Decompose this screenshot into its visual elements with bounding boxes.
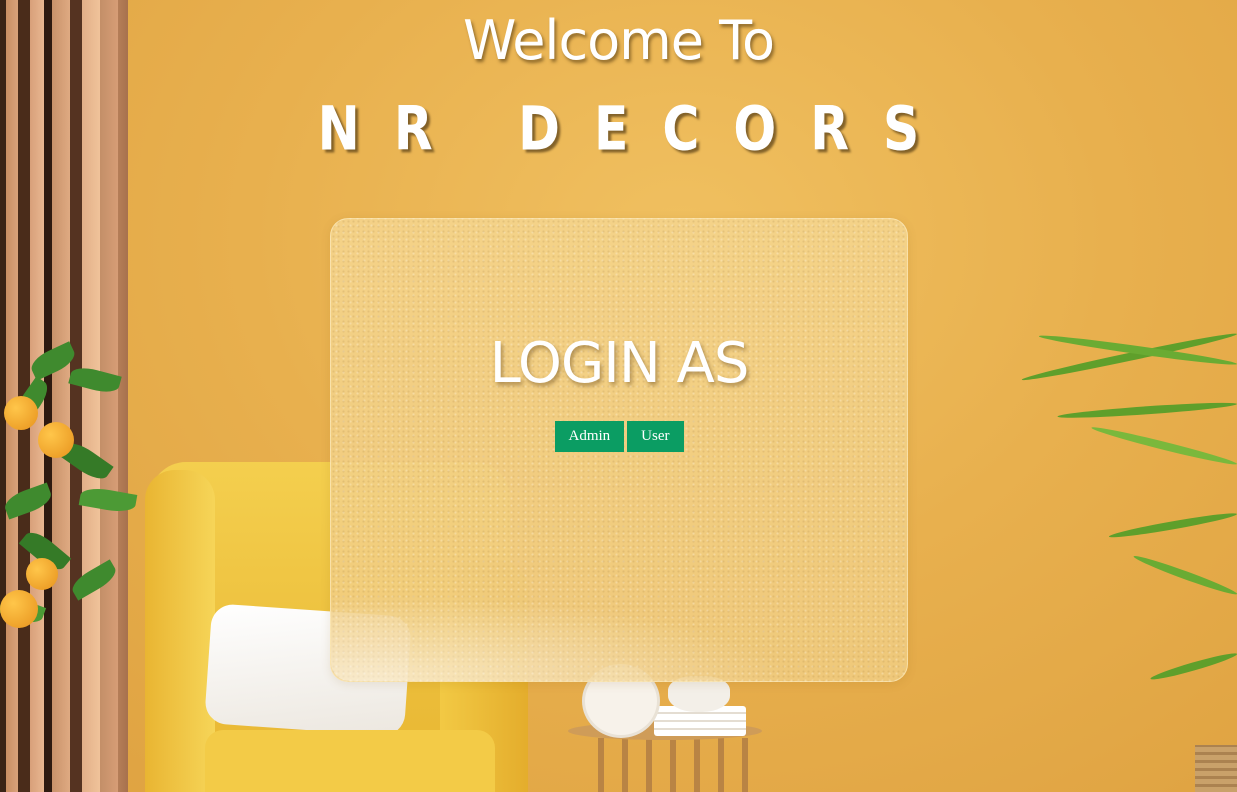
armchair-left-arm bbox=[145, 470, 215, 792]
side-table-legs bbox=[580, 738, 750, 792]
plant-basket bbox=[1195, 745, 1237, 792]
login-card: LOGIN AS Admin User bbox=[330, 218, 908, 682]
side-table-top bbox=[568, 722, 762, 740]
lemon-tree-plant bbox=[0, 340, 150, 670]
brand-title: NR DECORS bbox=[317, 94, 954, 165]
user-login-button[interactable]: User bbox=[627, 421, 684, 452]
armchair-seat bbox=[205, 730, 495, 792]
palm-plant bbox=[997, 290, 1237, 760]
login-title: LOGIN AS bbox=[489, 331, 750, 396]
login-button-group: Admin User bbox=[331, 421, 907, 452]
admin-login-button[interactable]: Admin bbox=[554, 421, 625, 452]
welcome-heading: Welcome To bbox=[462, 9, 775, 72]
books-stack bbox=[654, 706, 746, 736]
card-reflection bbox=[331, 571, 907, 681]
